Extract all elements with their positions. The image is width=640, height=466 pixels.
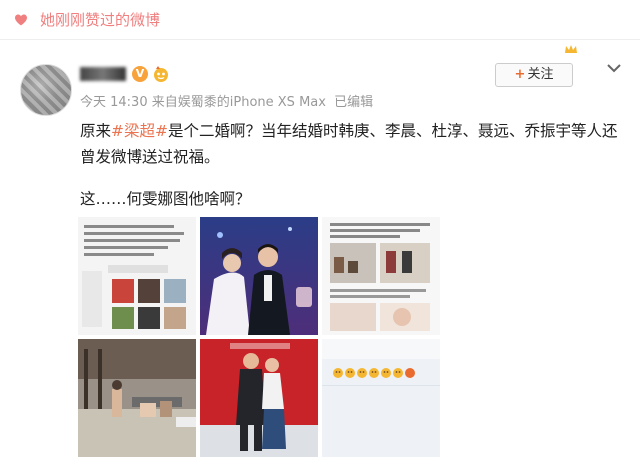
username-blurred[interactable] [80,67,126,81]
post-line-2: 这……何雯娜图他啥啊？ [80,190,251,208]
crown-icon [565,45,577,53]
weibo-screenshot-image[interactable] [78,217,196,335]
from-label: 来自 [151,95,178,110]
couple-photo-image[interactable] [200,339,318,457]
post-source[interactable]: 娱蜀黍的iPhone XS Max [178,95,326,110]
heart-icon [15,14,27,26]
emoji-comment-image[interactable] [322,339,440,457]
follow-button[interactable]: + 关注 [495,63,573,87]
post-line-1: 原来#梁超#是个二婚啊？当年结婚时韩庚、李晨、杜淳、聂远、乔振宇等人还曾发微博送… [80,122,618,166]
post-meta: 今天 14:30 来自娱蜀黍的iPhone XS Max 已编辑 [80,94,373,112]
verified-badge-icon: V [132,66,148,82]
follow-label: 关注 [527,67,554,82]
plus-icon: + [514,67,526,82]
edited-label[interactable]: 已编辑 [334,95,373,110]
article-screenshot-image[interactable] [322,217,440,335]
liked-by-text[interactable]: 她刚刚赞过的微博 [40,10,160,30]
post-time[interactable]: 今天 14:30 [80,95,148,110]
level-badge-icon [154,66,168,82]
avatar[interactable] [20,64,72,116]
wedding-photo-image[interactable] [200,217,318,335]
beach-photo-image[interactable] [78,339,196,457]
liked-by-header: 她刚刚赞过的微博 [0,0,640,40]
chevron-down-icon[interactable] [606,62,622,74]
hashtag-link[interactable]: #梁超# [111,122,168,140]
post-text: 原来#梁超#是个二婚啊？当年结婚时韩庚、李晨、杜淳、聂远、乔振宇等人还曾发微博送… [80,118,630,208]
